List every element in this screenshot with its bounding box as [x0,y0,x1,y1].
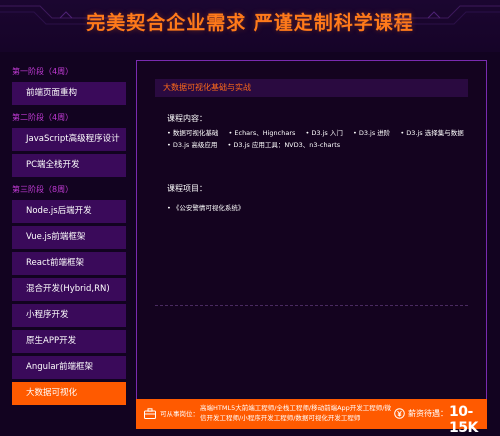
job-list: 高端HTML5大前端工程师/全栈工程师/移动前端App开发工程师/微信开发工程师… [200,404,391,422]
course-stage-sidebar: 第一阶段（4周） 前端页面重构 第二阶段（4周） JavaScript高级程序设… [8,62,126,408]
stage-label-3: 第三阶段（8周） [12,185,74,194]
stage-label-2: 第二阶段（4周） [12,113,74,122]
sidebar-item-page-refactor[interactable]: 前端页面重构 [12,82,126,105]
sidebar-item-javascript[interactable]: JavaScript高级程序设计 [12,128,126,151]
stage-label-1: 第一阶段（4周） [12,67,74,76]
course-project-label: 课程项目： [167,184,207,193]
sidebar-item-hybrid[interactable]: 混合开发(Hybrid,RN) [12,278,126,301]
briefcase-icon [144,408,156,419]
sidebar-item-react[interactable]: React前端框架 [12,252,126,275]
topic-item: • D3.js 进阶 [352,129,391,137]
sidebar-item-angular[interactable]: Angular前端框架 [12,356,126,379]
sidebar-item-nodejs[interactable]: Node.js后端开发 [12,200,126,223]
sidebar-item-native-app[interactable]: 原生APP开发 [12,330,126,353]
header-decoration-right [380,5,500,25]
job-label: 可从事岗位： [160,410,199,418]
topic-item: • 数据可视化基础 [167,129,219,137]
career-info-bar: 可从事岗位： 高端HTML5大前端工程师/全栈工程师/移动前端App开发工程师/… [136,399,487,436]
page-header: 完美契合企业需求 严谨定制科学课程 [0,0,500,52]
topic-item: • D3.js 入门 [305,129,343,137]
course-topic-list: • 数据可视化基础 • Echars、Hignchars • D3.js 入门 … [167,127,472,151]
topic-item: • D3.js 应用工具：NVD3、n3-charts [227,141,341,149]
course-content-label: 课程内容： [167,114,207,123]
salary-value: 10-15K [449,404,478,436]
salary-label: 薪资待遇： [408,409,448,418]
money-icon [394,408,405,419]
sidebar-item-pc-fullstack[interactable]: PC端全栈开发 [12,154,126,177]
sidebar-item-vuejs[interactable]: Vue.js前端框架 [12,226,126,249]
topic-item: • Echars、Hignchars [228,129,296,137]
course-detail-panel: 大数据可视化基础与实战 课程内容： • 数据可视化基础 • Echars、Hig… [136,60,487,401]
section-title: 大数据可视化基础与实战 [155,79,468,97]
project-item: • 《公安警情可视化系统》 [167,204,245,212]
topic-item: • D3.js 高级应用 [167,141,218,149]
divider [155,305,468,306]
sidebar-item-data-visualization[interactable]: 大数据可视化 [12,382,126,405]
sidebar-item-miniprogram[interactable]: 小程序开发 [12,304,126,327]
topic-item: • D3.js 选择集与数据 [400,129,464,137]
